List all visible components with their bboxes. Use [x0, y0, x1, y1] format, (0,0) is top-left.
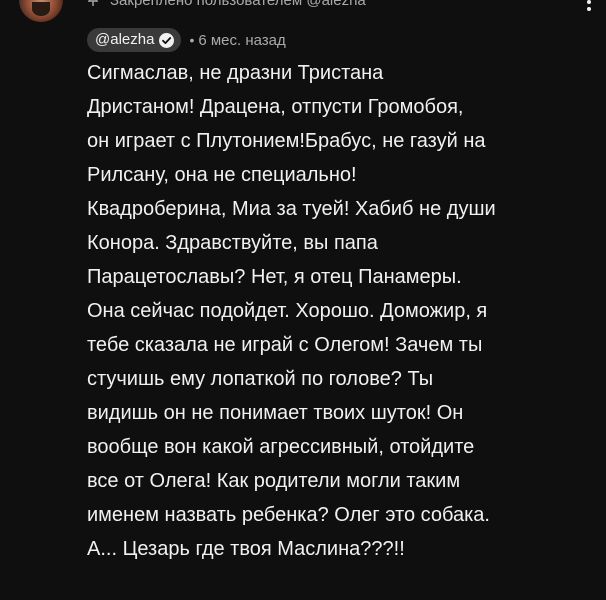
comment-meta: @alezha • 6 мес. назад	[87, 28, 286, 52]
comment-line: Квадроберина, Миа за туей! Хабиб не души	[87, 198, 496, 220]
comment-line: Конора. Здравствуйте, вы папа	[87, 232, 378, 254]
author-name[interactable]: @alezha	[95, 30, 154, 50]
comment-line: он играет с Плутонием!Брабус, не газуй н…	[87, 130, 486, 152]
pin-icon	[87, 0, 99, 6]
avatar-beard	[32, 2, 50, 16]
comment-line: Рилсану, она не специально!	[87, 164, 357, 186]
comment-line: Парацетославы? Нет, я отец Панамеры.	[87, 266, 462, 288]
more-vertical-icon[interactable]	[586, 0, 592, 12]
comment-line: видишь он не понимает твоих шуток! Он	[87, 402, 464, 424]
comment-line: все от Олега! Как родители могли таким	[87, 470, 461, 492]
author-avatar[interactable]	[19, 0, 63, 22]
pinned-banner: Закреплено пользователем @alezha	[86, 0, 366, 10]
comment-line: тебе сказала не играй с Олегом! Зачем ты	[87, 334, 483, 356]
comment-line: Сигмаслав, не дразни Тристана	[87, 62, 384, 84]
pinned-text: Закреплено пользователем @alezha	[110, 0, 366, 9]
author-chip[interactable]: @alezha	[87, 28, 182, 52]
comment-line: именем назвать ребенка? Олег это собака.	[87, 504, 490, 526]
comment-timestamp[interactable]: 6 мес. назад	[198, 32, 285, 49]
comment-line: стучишь ему лопаткой по голове? Ты	[87, 368, 434, 390]
comment-line: А... Цезарь где твоя Маслина???!!	[87, 538, 405, 560]
comment-text: Сигмаслав, не дразни Тристана Дристаном!…	[87, 56, 587, 566]
comment-line: Она сейчас подойдет. Хорошо. Доможир, я	[87, 300, 488, 322]
verified-check-icon	[159, 32, 175, 48]
separator-dot: •	[189, 32, 195, 48]
comment-line: Дристаном! Драцена, отпусти Громобоя,	[87, 96, 464, 118]
comment-line: вообще вон какой агрессивный, отойдите	[87, 436, 475, 458]
